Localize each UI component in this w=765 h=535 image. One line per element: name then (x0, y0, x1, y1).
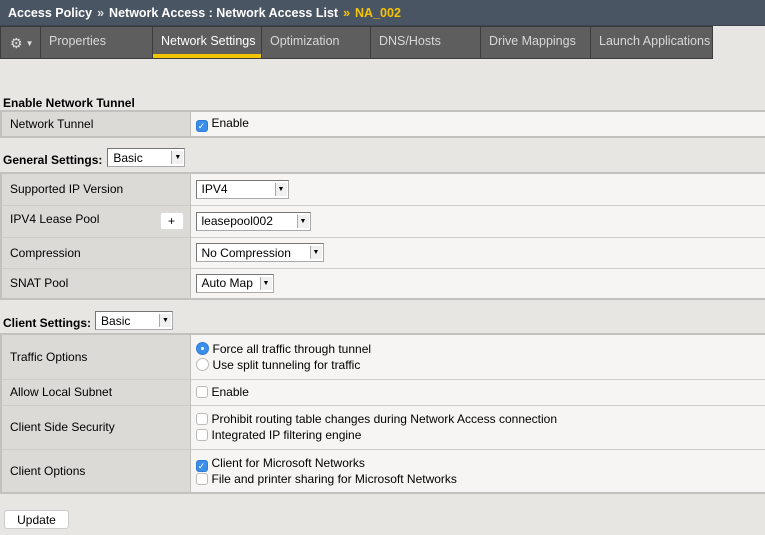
row-supported-ip-version: Supported IP Version IPV4 ▼ (0, 172, 765, 205)
general-settings-table: Supported IP Version IPV4 ▼ IPV4 Lease Po… (0, 172, 765, 300)
general-settings-mode-value: Basic (113, 150, 143, 165)
breadcrumb-current: NA_002 (355, 6, 401, 20)
caret-down-icon: ▼ (25, 39, 34, 48)
chevron-down-icon: ▼ (171, 151, 184, 164)
breadcrumb: Access Policy » Network Access : Network A… (0, 0, 765, 26)
allow-local-subnet-enable-label: Enable (211, 385, 249, 399)
traffic-options-label: Traffic Options (0, 333, 191, 379)
force-tunnel-radio[interactable] (195, 341, 209, 355)
split-tunnel-radio[interactable] (195, 357, 209, 371)
client-settings-mode-select[interactable]: Basic ▼ (95, 311, 174, 330)
split-tunnel-label: Use split tunneling for traffic (212, 357, 361, 372)
update-button[interactable]: Update (4, 510, 69, 529)
ipv4-lease-pool-label: IPV4 Lease Pool (10, 212, 100, 226)
force-tunnel-label: Force all traffic through tunnel (212, 341, 372, 356)
chevron-down-icon: ▼ (296, 214, 309, 228)
supported-ip-version-select[interactable]: IPV4 ▼ (195, 179, 289, 199)
client-options-label: Client Options (0, 448, 191, 493)
ipv4-lease-pool-value: leasepool002 (201, 214, 273, 228)
file-printer-sharing-checkbox[interactable] (195, 472, 208, 485)
row-client-side-security: Client Side Security Prohibit routing ta… (0, 404, 765, 449)
general-settings-mode-select[interactable]: Basic ▼ (107, 148, 186, 167)
prohibit-routing-label: Prohibit routing table changes during Ne… (211, 412, 558, 426)
network-tunnel-enable-label: Enable (211, 116, 249, 130)
chevron-down-icon: ▼ (159, 314, 172, 327)
general-settings-heading: General Settings: (3, 153, 103, 167)
tunnel-heading: Enable Network Tunnel (3, 96, 135, 110)
allow-local-subnet-label: Allow Local Subnet (0, 378, 191, 405)
ip-filtering-checkbox[interactable] (195, 429, 208, 441)
client-side-security-label: Client Side Security (0, 404, 191, 449)
row-allow-local-subnet: Allow Local Subnet Enable (0, 378, 765, 405)
tab-network-settings[interactable]: Network Settings (153, 26, 262, 59)
ipv4-lease-pool-select[interactable]: leasepool002 ▼ (195, 211, 311, 231)
chevron-down-icon: ▼ (259, 276, 272, 290)
supported-ip-version-label: Supported IP Version (0, 172, 191, 205)
compression-select[interactable]: No Compression ▼ (195, 243, 324, 262)
tab-drive-mappings[interactable]: Drive Mappings (481, 26, 591, 59)
client-settings-table: Traffic Options Force all traffic throug… (0, 333, 765, 494)
breadcrumb-network-access-list[interactable]: Network Access : Network Access List (109, 6, 338, 20)
tab-dns-hosts[interactable]: DNS/Hosts (371, 26, 481, 59)
client-settings-mode-value: Basic (101, 313, 131, 328)
breadcrumb-separator: » (343, 6, 351, 20)
add-lease-pool-button[interactable]: + (159, 212, 184, 230)
row-snat-pool: SNAT Pool Auto Map ▼ (0, 267, 765, 299)
file-printer-sharing-label: File and printer sharing for Microsoft N… (211, 471, 457, 486)
snat-pool-value: Auto Map (201, 276, 253, 291)
prohibit-routing-checkbox[interactable] (195, 413, 208, 425)
compression-label: Compression (0, 236, 191, 268)
client-ms-networks-label: Client for Microsoft Networks (211, 455, 365, 470)
ip-filtering-label: Integrated IP filtering engine (211, 428, 362, 442)
client-ms-networks-checkbox[interactable]: ✓ (195, 459, 208, 472)
chevron-down-icon: ▼ (274, 182, 287, 196)
row-network-tunnel: Network Tunnel ✓ Enable (0, 110, 765, 137)
breadcrumb-separator: » (97, 6, 105, 20)
tunnel-table: Network Tunnel ✓ Enable (0, 110, 765, 138)
gear-icon: ⚙ (10, 35, 23, 51)
gear-menu-button[interactable]: ⚙ ▼ (0, 26, 41, 59)
snat-pool-label: SNAT Pool (0, 267, 191, 299)
tab-bar: ⚙ ▼ Properties Network Settings Optimizat… (0, 26, 765, 59)
network-tunnel-label: Network Tunnel (0, 110, 191, 137)
supported-ip-version-value: IPV4 (201, 182, 228, 197)
tab-optimization[interactable]: Optimization (262, 26, 371, 59)
compression-value: No Compression (201, 245, 291, 260)
allow-local-subnet-checkbox[interactable] (195, 386, 208, 398)
client-settings-heading: Client Settings: (3, 316, 92, 330)
network-tunnel-checkbox[interactable]: ✓ (195, 120, 208, 132)
tab-launch-applications[interactable]: Launch Applications (591, 26, 713, 59)
row-traffic-options: Traffic Options Force all traffic throug… (0, 333, 765, 379)
row-compression: Compression No Compression ▼ (0, 236, 765, 268)
row-ipv4-lease-pool: IPV4 Lease Pool + leasepool002 ▼ (0, 204, 765, 237)
snat-pool-select[interactable]: Auto Map ▼ (195, 273, 274, 293)
chevron-down-icon: ▼ (309, 246, 322, 259)
tab-properties[interactable]: Properties (41, 26, 153, 59)
breadcrumb-access-policy[interactable]: Access Policy (8, 6, 92, 20)
row-client-options: Client Options ✓ Client for Microsoft Net… (0, 448, 765, 493)
